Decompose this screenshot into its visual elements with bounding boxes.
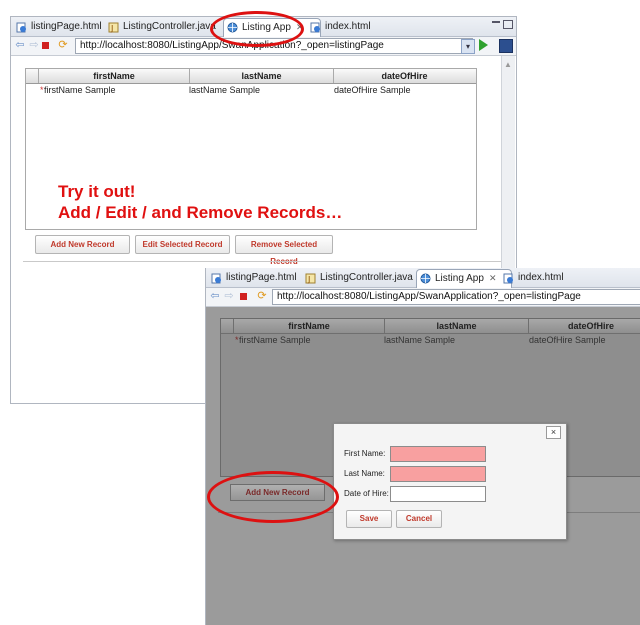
tab-listingcontroller-java[interactable]: J ListingController.java [302,270,413,286]
edit-selected-record-button[interactable]: Edit Selected Record [135,235,230,254]
column-header-lastname[interactable]: lastName [190,69,334,83]
minimize-icon[interactable] [492,21,500,23]
tab-label: Listing App [435,273,484,284]
tab-index-html[interactable]: index.html [500,270,564,286]
tab-label: listingPage.html [226,272,297,283]
annotation-line-2: Add / Edit / and Remove Records… [58,203,343,222]
forward-arrow-icon[interactable]: ⇨ [223,290,235,302]
tab-label: index.html [325,21,371,32]
tab-label: listingPage.html [31,21,102,32]
column-header-firstname[interactable]: firstName [234,319,385,333]
add-record-dialog: × First Name: Last Name: Date of Hire: S… [333,423,567,540]
refresh-icon[interactable]: ⟳ [57,39,69,51]
row-marker-header [221,319,234,333]
annotation-line-1: Try it out! [58,182,136,201]
table-row[interactable]: * firstName Sample lastName Sample dateO… [221,334,640,346]
url-dropdown-button[interactable]: ▾ [461,39,475,54]
tab-label: index.html [518,272,564,283]
tab-listingpage-html[interactable]: listingPage.html [208,270,297,286]
row-marker: * [235,335,239,345]
close-icon: × [550,427,557,437]
preview-icon[interactable] [499,39,513,53]
grid-header: firstName lastName dateOfHire [221,319,640,334]
tab-label: ListingController.java [320,272,413,283]
html-page-icon [310,22,320,33]
row-marker-header [26,69,39,83]
java-file-icon: J [108,22,119,33]
row-marker: * [40,85,44,95]
maximize-icon[interactable] [503,20,513,29]
html-page-icon [16,22,26,33]
html-page-icon [503,273,513,284]
cell-dateofhire: dateOfHire Sample [529,335,606,345]
close-icon[interactable]: ✕ [489,273,497,283]
svg-text:J: J [110,24,113,33]
tab-label: ListingController.java [123,21,216,32]
tab-index-html[interactable]: index.html [307,19,371,35]
last-name-field[interactable] [390,466,486,482]
cell-firstname: firstName Sample [44,85,116,95]
stop-icon[interactable] [42,42,49,49]
dialog-close-button[interactable]: × [546,426,561,439]
column-header-lastname[interactable]: lastName [385,319,529,333]
first-name-field[interactable] [390,446,486,462]
java-file-icon: J [305,273,316,284]
back-arrow-icon[interactable]: ⇦ [14,39,26,51]
cancel-button[interactable]: Cancel [396,510,442,528]
table-row[interactable]: * firstName Sample lastName Sample dateO… [26,84,476,96]
url-toolbar: ⇦ ⇨ ⟳ http://localhost:8080/ListingApp/S… [206,288,640,307]
first-name-label: First Name: [344,449,386,458]
button-highlight-ellipse [207,471,339,523]
address-bar[interactable]: http://localhost:8080/ListingApp/SwanApp… [272,289,640,305]
cell-firstname: firstName Sample [239,335,311,345]
date-of-hire-label: Date of Hire: [344,489,389,498]
url-text: http://localhost:8080/ListingApp/SwanApp… [277,291,581,302]
last-name-label: Last Name: [344,469,385,478]
date-of-hire-field[interactable] [390,486,486,502]
tab-listing-app[interactable]: Listing App ✕ [416,269,512,288]
back-arrow-icon[interactable]: ⇦ [209,290,221,302]
html-page-icon [211,273,221,284]
tab-highlight-ellipse [210,11,304,47]
forward-arrow-icon[interactable]: ⇨ [28,39,40,51]
column-header-dateofhire[interactable]: dateOfHire [529,319,640,333]
browser-globe-icon [420,273,431,284]
remove-selected-record-button[interactable]: Remove Selected Record [235,235,333,266]
svg-text:J: J [307,275,310,284]
annotation-text: Try it out! Add / Edit / and Remove Reco… [58,181,342,223]
go-arrow-icon[interactable] [479,39,488,51]
cell-lastname: lastName Sample [384,335,456,345]
editor-tab-bar: listingPage.html J ListingController.jav… [206,268,640,288]
scroll-up-icon[interactable]: ▲ [504,60,512,69]
cell-lastname: lastName Sample [189,85,261,95]
column-header-firstname[interactable]: firstName [39,69,190,83]
divider [23,261,501,262]
column-header-dateofhire[interactable]: dateOfHire [334,69,475,83]
cell-dateofhire: dateOfHire Sample [334,85,411,95]
tab-listingcontroller-java[interactable]: J ListingController.java [105,19,216,35]
refresh-icon[interactable]: ⟳ [256,290,268,302]
stop-icon[interactable] [240,293,247,300]
add-new-record-button[interactable]: Add New Record [35,235,130,254]
grid-header: firstName lastName dateOfHire [26,69,476,84]
save-button[interactable]: Save [346,510,392,528]
tab-listingpage-html[interactable]: listingPage.html [13,19,102,35]
